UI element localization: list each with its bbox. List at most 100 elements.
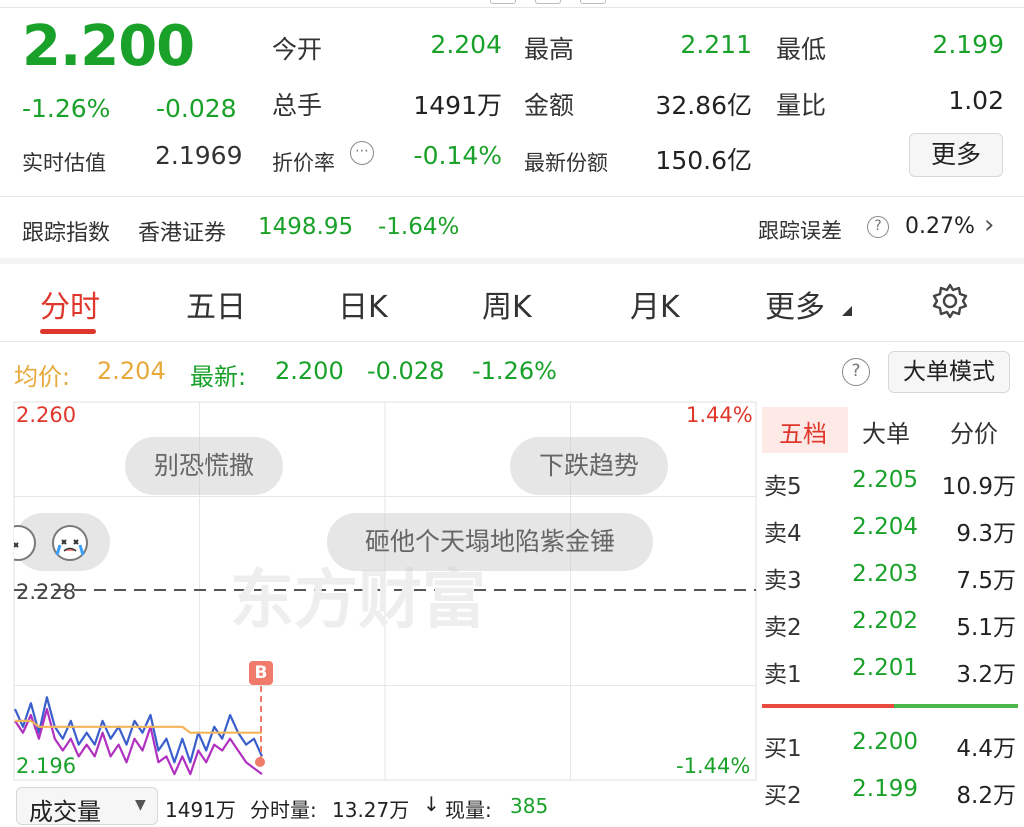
comment-bubble[interactable]: 别恐慌撒 — [125, 437, 283, 495]
tracking-index-label: 跟踪指数 — [22, 221, 111, 246]
more-button[interactable]: 更多 — [909, 133, 1003, 177]
buy-marker-dot — [255, 757, 265, 767]
ask-volume: 5.1万 — [956, 615, 1016, 641]
ask-price: 2.201 — [852, 655, 918, 681]
orderbook-tab-price[interactable]: 分价 — [950, 414, 998, 449]
footer-volume: 1491万 — [165, 798, 236, 822]
section-gap — [0, 258, 1024, 264]
ask-label: 卖5 — [764, 474, 802, 500]
chevron-right-icon[interactable]: › — [984, 210, 994, 240]
tab-intraday[interactable]: 分时 — [40, 282, 100, 326]
tab-daily-k[interactable]: 日K — [338, 282, 388, 326]
latest-pct: -1.26% — [472, 357, 557, 385]
ask-price: 2.205 — [852, 467, 918, 493]
help-icon[interactable]: ? — [842, 358, 870, 386]
latest-change: -0.028 — [367, 357, 445, 385]
comment-bubble[interactable]: 砸他个天塌地陷紫金锤 — [327, 513, 653, 571]
latest-value: 2.200 — [275, 357, 344, 385]
tracking-error-value: 0.27% — [905, 214, 975, 239]
iopv-label: 实时估值 — [22, 151, 106, 175]
caret-down-icon: ▼ — [135, 797, 146, 813]
bid-strength-bar — [894, 704, 1018, 708]
orderbook-tab-large[interactable]: 大单 — [862, 414, 910, 449]
tab-monthly-k[interactable]: 月K — [630, 282, 680, 326]
tab-active-indicator — [40, 329, 96, 334]
y-axis-mid-label: 2.228 — [16, 580, 77, 604]
buy-marker-line — [260, 686, 262, 762]
big-order-mode-button[interactable]: 大单模式 — [888, 351, 1010, 393]
ask-price: 2.203 — [852, 561, 918, 587]
ask-strength-bar — [762, 704, 894, 708]
divider — [0, 341, 1024, 342]
help-icon[interactable]: ? — [867, 216, 889, 238]
avg-value: 2.204 — [97, 357, 166, 385]
bid-price: 2.199 — [852, 776, 918, 802]
amount-value: 32.86亿 — [655, 91, 752, 120]
y-axis-bottom-label: 2.196 — [16, 754, 77, 778]
buy-marker[interactable]: B — [249, 661, 273, 685]
volume-label: 总手 — [272, 91, 323, 120]
edge-handle — [580, 0, 606, 4]
shares-value: 150.6亿 — [655, 146, 752, 175]
shares-label: 最新份额 — [524, 151, 608, 175]
latest-label: 最新: — [190, 363, 247, 391]
tab-more[interactable]: 更多 — [765, 282, 825, 326]
bid-label: 买2 — [764, 783, 802, 809]
last-price: 2.200 — [22, 14, 195, 79]
premium-value: -0.14% — [413, 141, 502, 170]
high-label: 最高 — [524, 35, 575, 64]
tracking-index-name: 香港证券 — [138, 221, 227, 246]
watermark: 东方财富 — [230, 564, 486, 638]
footer-minute-value: 13.27万 — [332, 798, 410, 822]
dropdown-corner-icon — [842, 306, 852, 316]
arrow-down-icon: ↓ — [423, 792, 440, 816]
vol-ratio-value: 1.02 — [948, 86, 1004, 115]
pct-axis-top-label: 1.44% — [686, 403, 753, 427]
orderbook-tab-five[interactable]: 五档 — [779, 414, 827, 449]
change-pct: -1.26% — [22, 94, 111, 123]
change-value: -0.028 — [156, 94, 237, 123]
pct-axis-bottom-label: -1.44% — [676, 754, 751, 778]
ask-label: 卖4 — [764, 521, 802, 547]
ask-price: 2.202 — [852, 608, 918, 634]
edge-handle — [535, 0, 561, 4]
top-edge — [0, 0, 1024, 8]
high-value: 2.211 — [680, 30, 752, 59]
ask-label: 卖3 — [764, 568, 802, 594]
footer-current-value: 385 — [510, 794, 549, 818]
tab-five-day[interactable]: 五日 — [186, 282, 246, 326]
volume-value: 1491万 — [413, 91, 502, 120]
bid-label: 买1 — [764, 736, 802, 762]
emoji-bubble[interactable] — [0, 513, 110, 571]
bid-volume: 4.4万 — [956, 736, 1016, 762]
amount-label: 金额 — [524, 91, 575, 120]
tab-weekly-k[interactable]: 周K — [482, 282, 532, 326]
bid-volume: 8.2万 — [956, 783, 1016, 809]
iopv-value: 2.1969 — [155, 141, 243, 170]
ask-volume: 7.5万 — [956, 568, 1016, 594]
tracking-error-label: 跟踪误差 — [758, 219, 842, 243]
bid-price: 2.200 — [852, 729, 918, 755]
ask-label: 卖1 — [764, 662, 802, 688]
avg-label: 均价: — [14, 363, 71, 391]
open-value: 2.204 — [430, 30, 502, 59]
premium-label: 折价率 — [272, 151, 335, 175]
ask-volume: 9.3万 — [956, 521, 1016, 547]
tracking-index-value: 1498.95 — [258, 214, 354, 240]
info-icon[interactable]: ⋯ — [350, 141, 374, 165]
low-label: 最低 — [776, 35, 827, 64]
open-label: 今开 — [272, 35, 323, 64]
comment-bubble[interactable]: 下跌趋势 — [510, 437, 668, 495]
indicator-selector-label: 成交量 — [29, 798, 101, 826]
vol-ratio-label: 量比 — [776, 91, 827, 120]
ask-price: 2.204 — [852, 514, 918, 540]
ask-volume: 10.9万 — [941, 474, 1016, 500]
footer-current-label: 现量: — [445, 798, 492, 822]
tracking-index-change: -1.64% — [378, 214, 460, 240]
indicator-selector[interactable]: 成交量 ▼ — [16, 787, 158, 826]
ask-label: 卖2 — [764, 615, 802, 641]
settings-gear-icon[interactable] — [930, 281, 970, 325]
footer-minute-label: 分时量: — [250, 798, 317, 822]
low-value: 2.199 — [932, 30, 1004, 59]
y-axis-top-label: 2.260 — [16, 403, 77, 427]
